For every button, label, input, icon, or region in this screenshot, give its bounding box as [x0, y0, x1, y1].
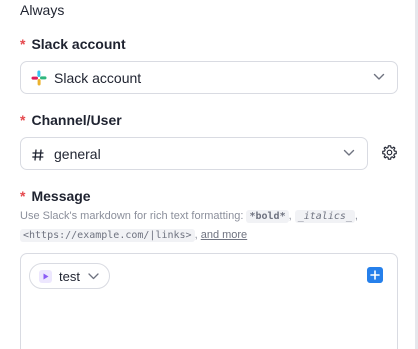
- chevron-down-icon: [373, 73, 385, 80]
- channel-user-select[interactable]: general: [20, 137, 368, 170]
- play-icon: [39, 269, 52, 283]
- add-variable-button[interactable]: [367, 267, 383, 283]
- hash-icon: [32, 148, 44, 161]
- message-label-text: Message: [31, 188, 91, 204]
- message-label: * Message: [20, 188, 91, 204]
- slack-account-value: Slack account: [54, 70, 142, 86]
- channel-user-label-text: Channel/User: [31, 112, 122, 128]
- channel-user-value: general: [54, 146, 101, 162]
- plus-icon: [370, 270, 380, 280]
- link-example: <https://example.com/|links>: [20, 229, 195, 242]
- required-marker: *: [20, 36, 26, 52]
- bold-example: *bold*: [246, 210, 289, 223]
- slack-account-label-text: Slack account: [31, 36, 126, 52]
- separator: ,: [194, 229, 198, 241]
- slack-action-form: Always * Slack account Slack account * Cha…: [0, 0, 418, 349]
- markdown-hint-text: Use Slack's markdown for rich text forma…: [20, 210, 244, 222]
- gear-icon[interactable]: [381, 144, 398, 161]
- separator: ,: [288, 210, 292, 222]
- required-marker: *: [20, 112, 26, 128]
- slack-logo-icon: [31, 70, 47, 86]
- chevron-down-icon: [343, 149, 355, 156]
- variable-token[interactable]: test: [29, 263, 110, 289]
- chevron-down-icon: [88, 272, 99, 279]
- previous-field-value: Always: [20, 2, 65, 18]
- markdown-hint-line-1: Use Slack's markdown for rich text forma…: [20, 210, 358, 223]
- required-marker: *: [20, 188, 26, 204]
- slack-account-select[interactable]: Slack account: [20, 61, 398, 94]
- channel-user-label: * Channel/User: [20, 112, 122, 128]
- variable-token-label: test: [59, 268, 80, 284]
- italics-example: _italics_: [294, 210, 355, 223]
- slack-account-label: * Slack account: [20, 36, 126, 52]
- and-more-link[interactable]: and more: [201, 229, 247, 241]
- message-editor[interactable]: test: [20, 253, 398, 349]
- markdown-hint-line-2: <https://example.com/|links>, and more: [20, 229, 247, 242]
- separator: ,: [354, 210, 358, 222]
